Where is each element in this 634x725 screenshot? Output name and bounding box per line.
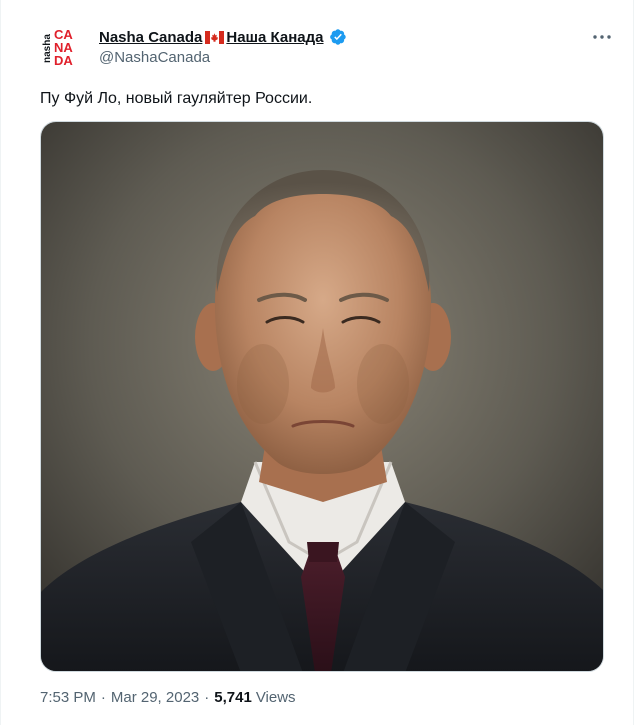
tweet-header: nasha CA NA DA Nasha Canada Наша Канада [40,22,620,70]
display-name-ru[interactable]: Наша Канада [226,29,323,46]
avatar-line-3: DA [54,53,73,67]
verified-badge-icon [329,29,346,45]
tweet-time[interactable]: 7:53 PM [40,689,96,706]
more-button[interactable] [584,22,620,52]
author-block: Nasha Canada Наша Канада @NashaCanada [99,27,347,66]
meta-separator-2: · [204,689,210,706]
more-dots-icon [593,35,611,39]
tweet-meta: 7:53 PM · Mar 29, 2023 · 5,741 Views [40,689,296,706]
tweet-photo[interactable] [40,121,604,672]
name-row: Nasha Canada Наша Канада [99,27,347,47]
canada-flag-icon [205,30,225,44]
meta-separator: · [100,689,106,706]
views-count: 5,741 [214,689,252,706]
handle[interactable]: @NashaCanada [99,49,347,66]
tweet-date[interactable]: Mar 29, 2023 [111,689,199,706]
avatar[interactable]: nasha CA NA DA [40,25,82,67]
display-name[interactable]: Nasha Canada [99,29,202,46]
left-divider [0,0,1,725]
tweet-text: Пу Фуй Ло, новый гауляйтер России. [40,90,313,107]
views-label: Views [255,689,296,706]
avatar-prefix: nasha [42,34,53,63]
tweet-card: nasha CA NA DA Nasha Canada Наша Канада [0,0,634,725]
portrait-image [41,122,603,671]
